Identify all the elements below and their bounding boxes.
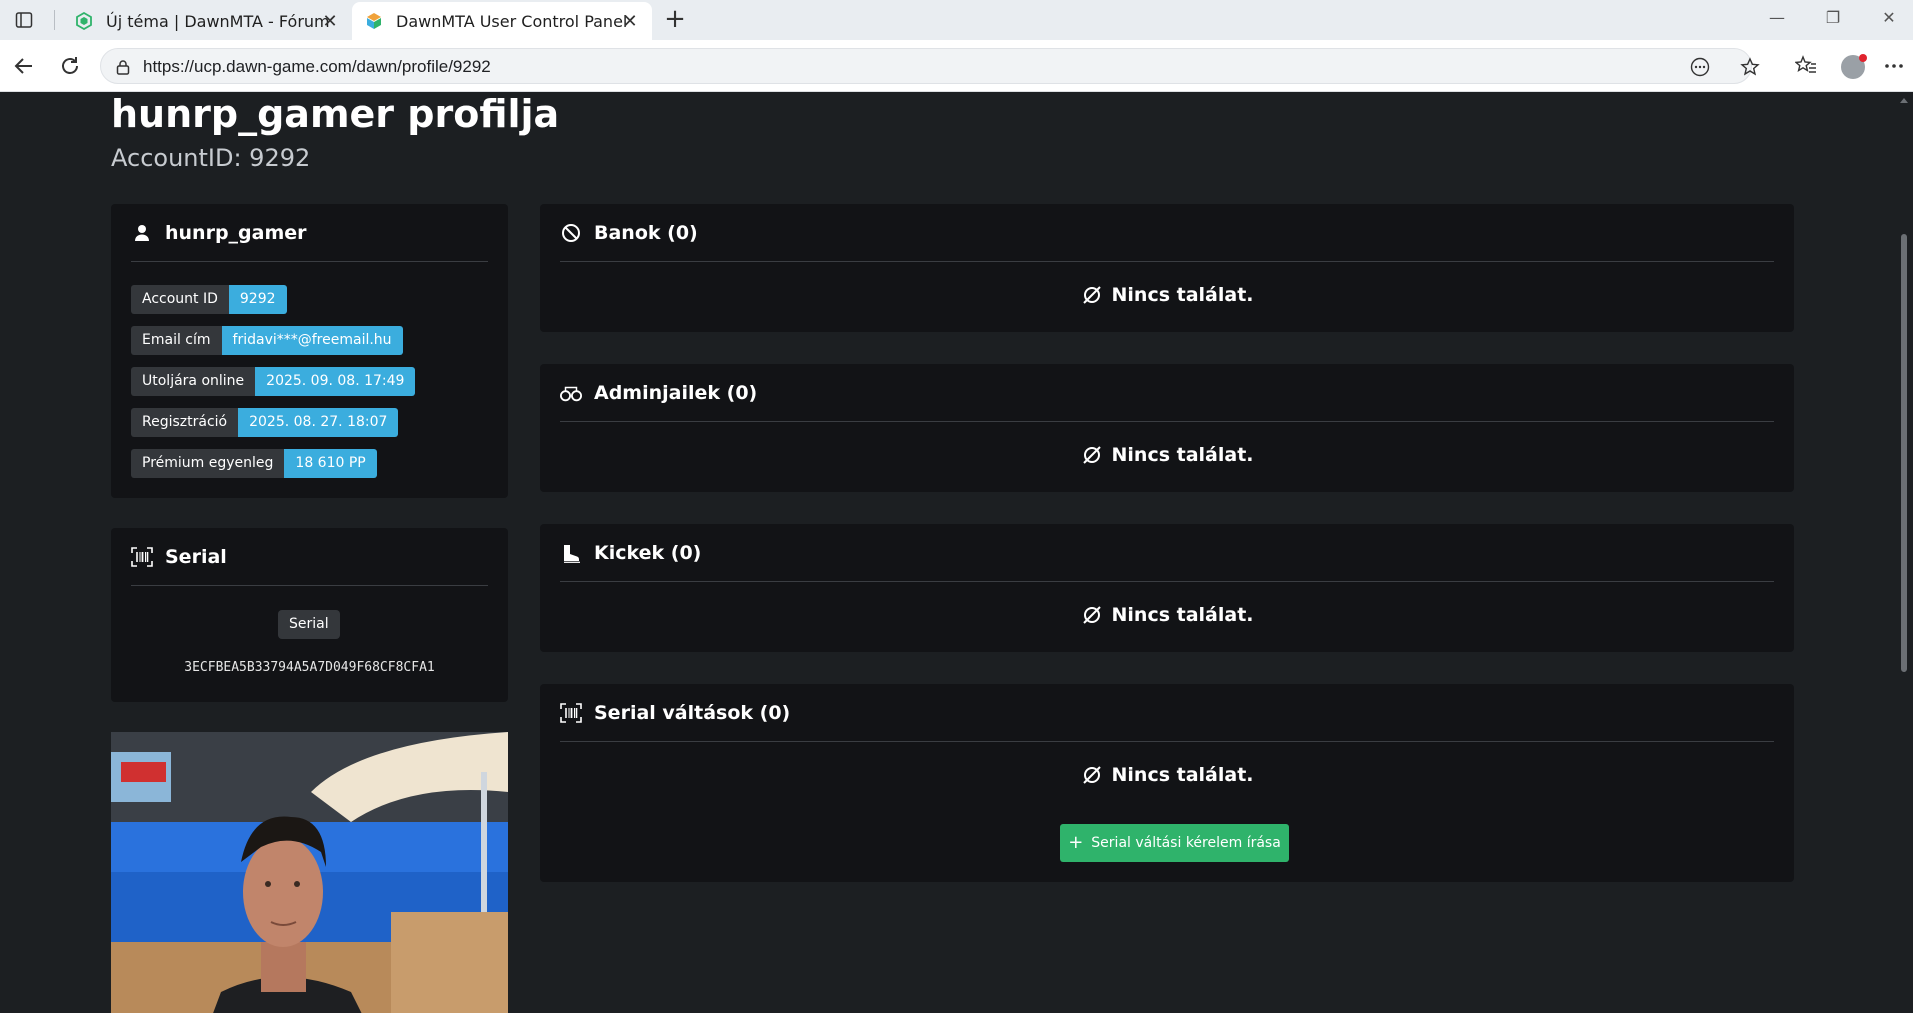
settings-more-icon[interactable]: [1880, 52, 1908, 80]
back-icon[interactable]: [10, 52, 38, 80]
info-row-email: Email cím fridavi***@freemail.hu: [131, 326, 403, 355]
empty-text: Nincs találat.: [1111, 604, 1254, 626]
empty-message: Nincs találat.: [540, 284, 1794, 306]
empty-text: Nincs találat.: [1111, 284, 1254, 306]
empty-set-icon: [1081, 764, 1103, 786]
scroll-thumb[interactable]: [1901, 234, 1907, 672]
reload-icon[interactable]: [56, 52, 84, 80]
close-tab-icon[interactable]: ✕: [620, 11, 640, 32]
url-bar[interactable]: https://ucp.dawn-game.com/dawn/profile/9…: [100, 48, 1760, 84]
kicks-card: Kickek (0) Nincs találat.: [540, 524, 1794, 652]
boot-icon: [560, 542, 582, 564]
adminjails-card: Adminjailek (0) Nincs találat.: [540, 364, 1794, 492]
page-viewport: hunrp_gamer profilja AccountID: 9292 hun…: [6, 92, 1895, 1013]
minimize-icon[interactable]: —: [1764, 8, 1790, 32]
empty-message: Nincs találat.: [540, 764, 1794, 786]
info-label: Regisztráció: [131, 408, 239, 437]
tab-title: Új téma | DawnMTA - Fórum: [106, 11, 330, 31]
serial-change-request-button[interactable]: + Serial váltási kérelem írása: [1060, 824, 1289, 862]
info-row-last-online: Utoljára online 2025. 09. 08. 17:49: [131, 367, 416, 396]
restore-icon[interactable]: ❐: [1820, 8, 1846, 32]
url-text: https://ucp.dawn-game.com/dawn/profile/9…: [143, 57, 491, 76]
more-options-circle-icon[interactable]: [1689, 56, 1711, 78]
tab-forum[interactable]: Új téma | DawnMTA - Fórum ✕: [62, 2, 352, 40]
empty-set-icon: [1081, 604, 1103, 626]
window-close-icon[interactable]: ✕: [1876, 8, 1902, 32]
button-label: Serial váltási kérelem írása: [1091, 835, 1281, 851]
new-tab-button[interactable]: +: [662, 6, 688, 32]
bans-card: Banok (0) Nincs találat.: [540, 204, 1794, 332]
profile-avatar-icon[interactable]: [1838, 52, 1867, 80]
user-icon: [131, 222, 153, 244]
forum-favicon-icon: [74, 11, 94, 31]
serial-value: 3ECFBEA5B33794A5A7D049F68CF8CFA1: [184, 660, 435, 675]
page-scrollbar[interactable]: [1895, 92, 1913, 1013]
empty-message: Nincs találat.: [540, 444, 1794, 466]
empty-set-icon: [1081, 284, 1103, 306]
serial-card: Serial Serial 3ECFBEA5B33794A5A7D049F68C…: [111, 528, 508, 702]
ucp-favicon-icon: [364, 11, 384, 31]
serial-changes-heading: Serial váltások (0): [594, 702, 791, 724]
plus-icon: +: [1068, 832, 1084, 853]
card-header: Serial váltások (0): [560, 702, 1774, 742]
info-value: 9292: [228, 285, 287, 314]
info-row-registration: Regisztráció 2025. 08. 27. 18:07: [131, 408, 399, 437]
barcode-icon: [131, 546, 153, 568]
browser-tabbar: Új téma | DawnMTA - Fórum ✕ DawnMTA User…: [0, 0, 1913, 40]
page-subtitle: AccountID: 9292: [111, 144, 311, 172]
user-info-card: hunrp_gamer Account ID 9292 Email cím fr…: [111, 204, 508, 498]
tab-ucp[interactable]: DawnMTA User Control Panel ✕: [352, 2, 652, 40]
ban-icon: [560, 222, 582, 244]
empty-text: Nincs találat.: [1111, 444, 1254, 466]
card-header: hunrp_gamer: [131, 222, 488, 262]
handcuffs-icon: [560, 382, 582, 404]
card-header: Serial: [131, 546, 488, 586]
tab-separator: [54, 10, 55, 30]
empty-text: Nincs találat.: [1111, 764, 1254, 786]
card-header: Banok (0): [560, 222, 1774, 262]
info-value: fridavi***@freemail.hu: [221, 326, 403, 355]
card-header: Adminjailek (0): [560, 382, 1774, 422]
info-label: Utoljára online: [131, 367, 256, 396]
info-row-account-id: Account ID 9292: [131, 285, 287, 314]
info-label: Email cím: [131, 326, 222, 355]
info-label: Account ID: [131, 285, 229, 314]
scroll-up-icon[interactable]: [1900, 98, 1908, 103]
serial-changes-card: Serial váltások (0) Nincs találat. + Ser…: [540, 684, 1794, 882]
info-row-premium-balance: Prémium egyenleg 18 610 PP: [131, 449, 377, 478]
favorites-list-icon[interactable]: [1792, 52, 1820, 80]
close-tab-icon[interactable]: ✕: [320, 11, 340, 32]
info-value: 18 610 PP: [284, 449, 377, 478]
page-title: hunrp_gamer profilja: [111, 92, 560, 136]
favorite-star-icon[interactable]: [1739, 56, 1761, 78]
tab-title: DawnMTA User Control Panel: [396, 11, 628, 31]
serial-badge: Serial: [278, 610, 340, 639]
tab-actions-icon[interactable]: [14, 10, 34, 30]
serial-heading: Serial: [165, 546, 227, 568]
empty-message: Nincs találat.: [540, 604, 1794, 626]
site-info-icon[interactable]: [113, 57, 133, 77]
empty-set-icon: [1081, 444, 1103, 466]
address-bar-row: https://ucp.dawn-game.com/dawn/profile/9…: [0, 40, 1913, 92]
barcode-icon: [560, 702, 582, 724]
info-value: 2025. 08. 27. 18:07: [238, 408, 399, 437]
info-label: Prémium egyenleg: [131, 449, 285, 478]
kicks-heading: Kickek (0): [594, 542, 702, 564]
username-heading: hunrp_gamer: [165, 222, 307, 244]
character-skin-image: [111, 732, 508, 1013]
bans-heading: Banok (0): [594, 222, 698, 244]
adminjails-heading: Adminjailek (0): [594, 382, 758, 404]
info-value: 2025. 09. 08. 17:49: [255, 367, 416, 396]
card-header: Kickek (0): [560, 542, 1774, 582]
